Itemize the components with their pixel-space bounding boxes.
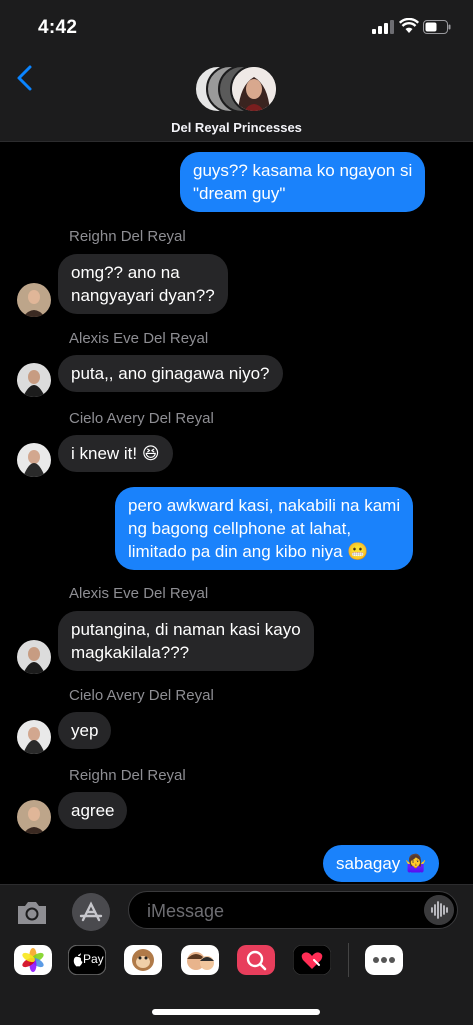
message-text: nangyayari dyan?? xyxy=(71,286,215,305)
message-text: omg?? ano na xyxy=(71,263,180,282)
more-apps-icon[interactable] xyxy=(365,945,403,975)
message-text: limitado pa din ang kibo niya 😬 xyxy=(128,542,369,561)
message-bubble-incoming[interactable]: agree xyxy=(58,792,128,829)
sender-name: Reighn Del Reyal xyxy=(69,228,186,245)
message-bubble-incoming[interactable]: i knew it! 😆 xyxy=(58,435,173,472)
sender-avatar[interactable] xyxy=(17,283,51,317)
sender-name: Reighn Del Reyal xyxy=(69,767,186,784)
app-drawer-divider xyxy=(348,943,349,977)
message-text: "dream guy" xyxy=(193,184,286,203)
memoji-stickers-icon[interactable] xyxy=(181,945,219,975)
message-text: ng bagong cellphone at lahat, xyxy=(128,519,352,538)
message-text: guys?? kasama ko ngayon si xyxy=(193,161,413,180)
photos-app-icon[interactable] xyxy=(14,945,52,975)
back-chevron-icon[interactable] xyxy=(14,64,34,92)
image-search-icon[interactable] xyxy=(237,945,275,975)
message-text: agree xyxy=(71,801,115,820)
message-text: pero awkward kasi, nakabili na kami xyxy=(128,496,401,515)
battery-icon xyxy=(423,20,451,34)
message-bubble-outgoing[interactable]: sabagay 🤷‍♀️ xyxy=(323,845,440,882)
message-bubble-outgoing[interactable]: pero awkward kasi, nakabili na kami ng b… xyxy=(115,487,414,570)
message-input-placeholder: iMessage xyxy=(147,901,225,921)
sender-avatar[interactable] xyxy=(17,640,51,674)
message-bubble-outgoing[interactable]: guys?? kasama ko ngayon si "dream guy" xyxy=(180,152,426,212)
apple-pay-app-icon[interactable]: Pay xyxy=(68,945,106,975)
sender-avatar[interactable] xyxy=(17,363,51,397)
status-time: 4:42 xyxy=(38,17,78,38)
message-text: sabagay 🤷‍♀️ xyxy=(336,854,427,873)
message-text: magkakilala??? xyxy=(71,643,190,662)
group-name[interactable]: Del Reyal Princesses xyxy=(0,120,473,135)
home-indicator[interactable] xyxy=(152,1009,320,1015)
apple-pay-label: Pay xyxy=(83,952,104,966)
sender-name: Cielo Avery Del Reyal xyxy=(69,410,214,427)
camera-icon[interactable] xyxy=(15,899,49,927)
composer-bar: iMessage Pay xyxy=(0,884,473,1025)
message-input[interactable]: iMessage xyxy=(128,891,458,929)
wifi-icon xyxy=(399,18,419,33)
apple-logo-icon xyxy=(73,953,83,967)
message-bubble-incoming[interactable]: putangina, di naman kasi kayo magkakilal… xyxy=(58,611,314,671)
conversation-header: 4:42 Del Reyal Princesses xyxy=(0,0,473,142)
message-bubble-incoming[interactable]: yep xyxy=(58,712,112,749)
member-avatar xyxy=(230,65,278,113)
app-store-icon[interactable] xyxy=(72,893,110,931)
message-text: putangina, di naman kasi kayo xyxy=(71,620,301,639)
digital-touch-icon[interactable] xyxy=(293,945,331,975)
sender-avatar[interactable] xyxy=(17,720,51,754)
message-text: i knew it! 😆 xyxy=(71,444,160,463)
audio-waveform-icon[interactable] xyxy=(424,895,454,925)
sender-name: Alexis Eve Del Reyal xyxy=(69,585,209,602)
message-text: puta,, ano ginagawa niyo? xyxy=(71,364,270,383)
message-bubble-incoming[interactable]: omg?? ano na nangyayari dyan?? xyxy=(58,254,228,314)
cellular-signal-icon xyxy=(372,20,394,34)
sender-name: Alexis Eve Del Reyal xyxy=(69,330,209,347)
message-text: yep xyxy=(71,721,99,740)
group-avatars[interactable] xyxy=(194,63,282,113)
animoji-app-icon[interactable] xyxy=(124,945,162,975)
sender-avatar[interactable] xyxy=(17,443,51,477)
message-bubble-incoming[interactable]: puta,, ano ginagawa niyo? xyxy=(58,355,283,392)
sender-avatar[interactable] xyxy=(17,800,51,834)
sender-name: Cielo Avery Del Reyal xyxy=(69,687,214,704)
